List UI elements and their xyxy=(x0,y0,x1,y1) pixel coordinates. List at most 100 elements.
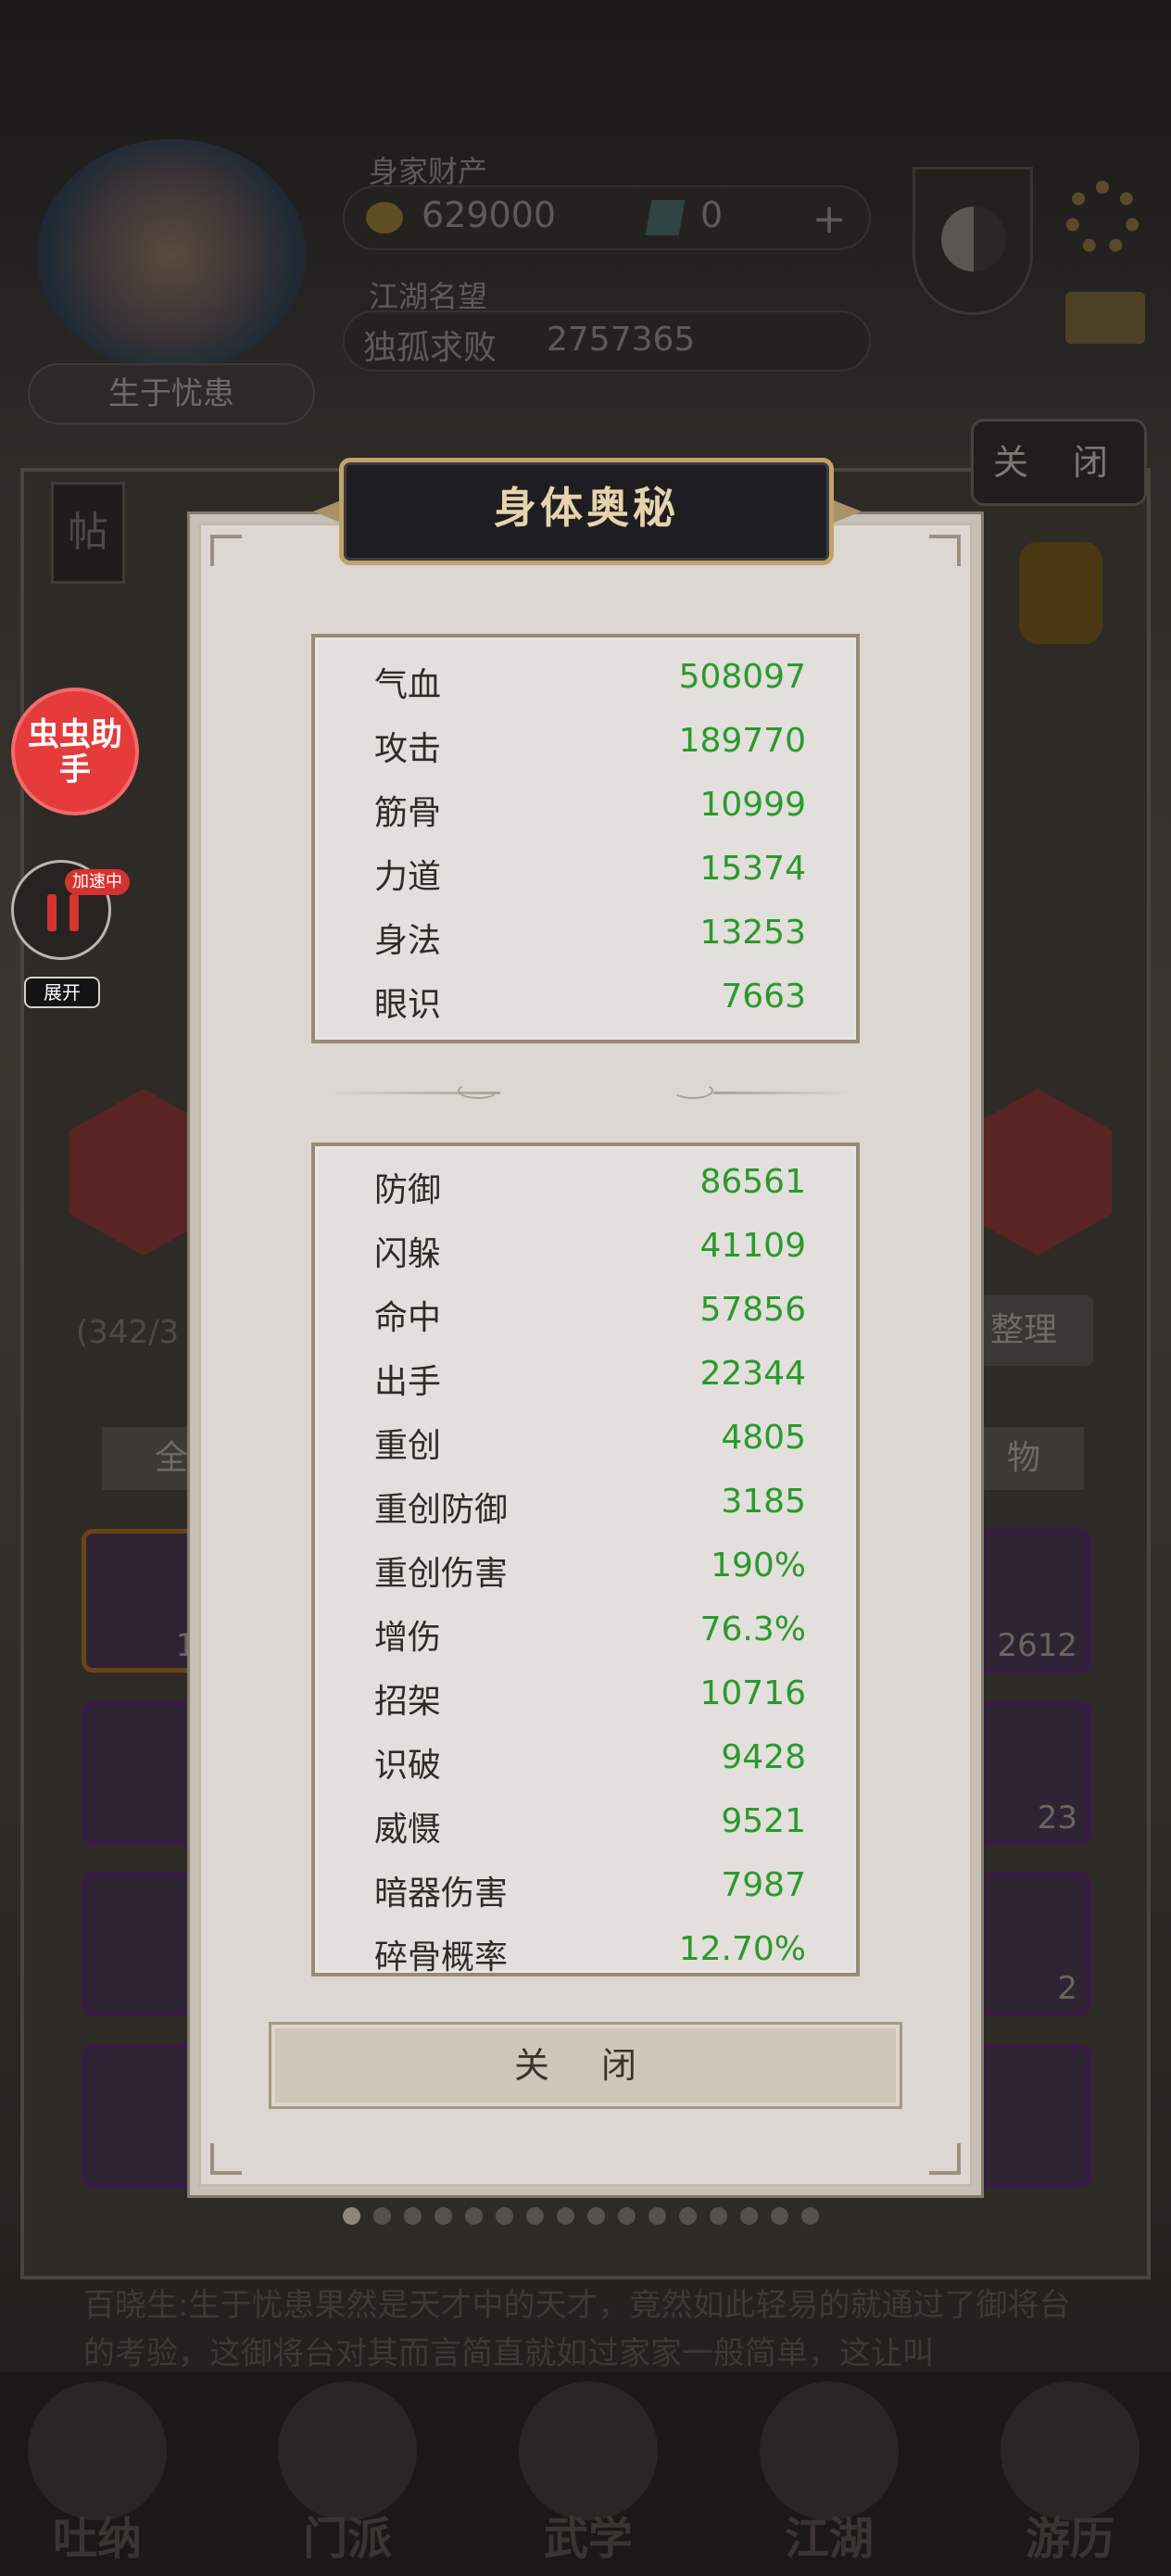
stat-value: 22344 xyxy=(699,1355,806,1393)
gear-icon[interactable] xyxy=(1065,181,1140,255)
pause-icon xyxy=(47,894,57,931)
stat-label: 防御 xyxy=(374,1171,442,1209)
stat-value: 12.70% xyxy=(678,1930,806,1968)
coin-icon xyxy=(366,202,403,234)
nav-menpai[interactable]: 门派 xyxy=(259,2381,435,2567)
stat-row: 气血 508097 xyxy=(374,658,806,713)
taiji-icon[interactable] xyxy=(913,167,1033,315)
stat-value: 76.3% xyxy=(699,1610,806,1648)
stat-value: 7987 xyxy=(721,1866,806,1904)
stat-label: 识破 xyxy=(374,1747,442,1785)
stat-label: 命中 xyxy=(374,1299,442,1337)
stat-row: 重创 4805 xyxy=(374,1419,806,1474)
stat-label: 碎骨概率 xyxy=(374,1938,509,1976)
nav-label: 门派 xyxy=(302,2513,392,2565)
item-count: 2612 xyxy=(997,1627,1077,1664)
stat-row: 增伤 76.3% xyxy=(374,1610,806,1666)
nav-wuxue[interactable]: 武学 xyxy=(500,2381,676,2567)
basic-stats-panel: 气血 508097 攻击 189770 筋骨 10999 力道 15374 身法 1325… xyxy=(311,634,860,1043)
stat-value: 41109 xyxy=(699,1227,806,1265)
stat-value: 189770 xyxy=(678,722,806,760)
outer-close-button[interactable]: 关 闭 xyxy=(971,419,1147,506)
stat-value: 13253 xyxy=(699,914,806,952)
stat-label: 重创 xyxy=(374,1427,442,1465)
bag-count: (342/3 xyxy=(76,1314,180,1351)
nav-youli[interactable]: 游历 xyxy=(982,2381,1158,2567)
stat-value: 4805 xyxy=(721,1419,806,1457)
stat-label: 身法 xyxy=(374,922,442,960)
coin-amount: 629000 xyxy=(422,195,557,235)
corner-ornament xyxy=(929,2143,961,2175)
stat-row: 威慑 9521 xyxy=(374,1802,806,1858)
stat-row: 力道 15374 xyxy=(374,850,806,905)
stat-row: 碎骨概率 12.70% xyxy=(374,1930,806,1976)
stat-value: 57856 xyxy=(699,1291,806,1329)
stat-row: 招架 10716 xyxy=(374,1674,806,1730)
stat-row: 命中 57856 xyxy=(374,1291,806,1346)
news-ticker: 百晓生:生于忧患果然是天才中的天才，竟然如此轻易的就通过了御将台的考验，这御将台… xyxy=(83,2287,1071,2372)
speed-badge: 加速中 xyxy=(65,869,130,895)
stat-label: 攻击 xyxy=(374,730,442,768)
player-name: 生于忧患 xyxy=(28,363,315,424)
stat-label: 气血 xyxy=(374,666,442,704)
nav-label: 游历 xyxy=(1025,2513,1114,2565)
stat-label: 筋骨 xyxy=(374,794,442,832)
stat-label: 出手 xyxy=(374,1363,442,1401)
corner-ornament xyxy=(210,535,242,566)
assistant-button[interactable]: 虫虫助手 xyxy=(11,688,139,815)
stat-row: 筋骨 10999 xyxy=(374,786,806,841)
nav-tuna[interactable]: 吐纳 xyxy=(9,2381,185,2567)
stat-label: 重创伤害 xyxy=(374,1555,509,1593)
stat-label: 暗器伤害 xyxy=(374,1875,509,1913)
add-gem-button[interactable]: + xyxy=(806,196,852,243)
stat-value: 9428 xyxy=(721,1738,806,1776)
corner-ornament xyxy=(929,535,961,566)
stat-label: 招架 xyxy=(374,1683,442,1721)
fame-value: 2757365 xyxy=(547,321,696,359)
divider xyxy=(713,1092,850,1094)
expand-button[interactable]: 展开 xyxy=(24,977,100,1008)
stat-value: 7663 xyxy=(721,978,806,1016)
stat-row: 攻击 189770 xyxy=(374,722,806,777)
fame-title: 独孤求败 xyxy=(363,329,497,367)
nav-label: 吐纳 xyxy=(52,2513,142,2565)
corner-ornament xyxy=(210,2143,242,2175)
divider-ornament xyxy=(458,1082,498,1099)
stat-row: 暗器伤害 7987 xyxy=(374,1866,806,1922)
stat-row: 出手 22344 xyxy=(374,1355,806,1410)
divider-ornament xyxy=(673,1082,713,1099)
stat-value: 10716 xyxy=(699,1674,806,1712)
stat-value: 9521 xyxy=(721,1802,806,1840)
stat-row: 识破 9428 xyxy=(374,1738,806,1794)
nav-label: 江湖 xyxy=(784,2513,874,2565)
stat-value: 190% xyxy=(711,1547,806,1585)
stat-row: 闪躲 41109 xyxy=(374,1227,806,1282)
stat-row: 防御 86561 xyxy=(374,1163,806,1219)
gem-amount: 0 xyxy=(700,195,724,235)
stat-value: 3185 xyxy=(721,1483,806,1521)
combat-stats-panel[interactable]: 防御 86561 闪躲 41109 命中 57856 出手 22344 重创 4805 重… xyxy=(311,1143,860,1976)
stat-row: 重创伤害 190% xyxy=(374,1547,806,1602)
post-button[interactable]: 帖 xyxy=(51,482,125,584)
page-indicator xyxy=(343,2207,843,2226)
gem-icon xyxy=(645,200,686,235)
lantern-icon[interactable] xyxy=(1019,542,1102,644)
mail-icon[interactable] xyxy=(1065,292,1145,344)
stat-value: 10999 xyxy=(699,786,806,824)
item-count: 23 xyxy=(1037,1799,1077,1837)
stat-value: 15374 xyxy=(699,850,806,888)
player-avatar xyxy=(37,139,306,371)
stat-label: 威慑 xyxy=(374,1811,442,1849)
close-button[interactable]: 关 闭 xyxy=(269,2022,902,2109)
stat-row: 重创防御 3185 xyxy=(374,1483,806,1538)
stat-row: 眼识 7663 xyxy=(374,978,806,1033)
stat-label: 力道 xyxy=(374,858,442,896)
modal-title: 身体奥秘 xyxy=(494,483,679,533)
stat-label: 重创防御 xyxy=(374,1491,509,1529)
stat-value: 508097 xyxy=(678,658,806,696)
stat-label: 闪躲 xyxy=(374,1235,442,1273)
stat-label: 眼识 xyxy=(374,986,442,1024)
nav-jianghu[interactable]: 江湖 xyxy=(741,2381,917,2567)
stat-label: 增伤 xyxy=(374,1619,442,1657)
stat-value: 86561 xyxy=(699,1163,806,1201)
